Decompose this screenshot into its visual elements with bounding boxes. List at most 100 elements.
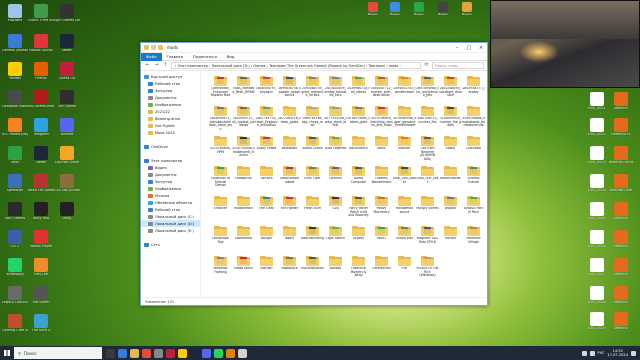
notification-icon[interactable] [631,350,636,356]
desktop-shortcut[interactable]: BeamNG.tc [608,118,634,148]
desktop-shortcut[interactable]: BeamNG [608,258,634,288]
folder-item[interactable]: Attack Drone [301,134,324,164]
start-button[interactable] [0,346,14,360]
folder-item[interactable]: 2439986718_roll_ytteria [347,74,370,104]
folder-item[interactable]: 2802408490_ultralight_dinosaur [439,74,462,104]
folder-item[interactable]: exoskeleton [232,194,255,224]
folder-item[interactable]: 2872363116_cheep_gates [278,104,301,134]
folder-item[interactable]: 1699836758_spooder_spoonsonics [278,74,301,104]
desktop-shortcut[interactable]: BeamNG [608,202,634,232]
desktop-shortcut[interactable]: Epic Games [2,202,28,232]
folder-item[interactable]: Medieval Village [462,224,485,254]
desktop-shortcut[interactable]: Корзина [2,4,28,34]
folder-item[interactable]: Objective Markers & Wrap [347,254,370,284]
folder-item[interactable]: Dreamy Wonderment [370,164,393,194]
folder-item[interactable]: editorcleaner [439,164,462,194]
desktop-shortcut[interactable]: Need For Speed [28,174,54,204]
game-screenshot-window[interactable] [490,0,640,88]
taskbar-app-icon[interactable] [178,348,187,358]
folder-item[interactable]: Dumb Computer [347,164,370,194]
nav-item[interactable]: Mods 2024 [141,129,200,136]
nav-item[interactable]: Рабочий стол [141,80,200,87]
desktop-shortcut[interactable]: RAG_0009 [584,312,610,342]
tab-view[interactable]: Вид [222,53,240,61]
nav-item[interactable]: Быстрый доступ [141,73,200,80]
desktop-shortcut[interactable]: Steam [54,34,80,64]
nav-item[interactable]: Объёмные объекты [141,199,200,206]
folder-item[interactable]: Landscape Tool [209,224,232,254]
wifi-icon[interactable] [581,350,587,356]
folder-item[interactable]: 3016574960_tokens_gate [347,104,370,134]
nav-item[interactable]: Локальный диск (E:) [141,227,200,234]
folder-item[interactable]: 2697494988_the_architecture_jets [416,74,439,104]
folder-item[interactable]: Magnetic SAZ Ride SPV-6 [416,224,439,254]
folder-item[interactable]: Chainsaw [462,134,485,164]
taskbar-app-icon[interactable] [190,348,199,358]
folder-item[interactable]: Ommsvillan [370,254,393,284]
tab-home[interactable]: Главная [162,53,188,61]
desktop-shortcut[interactable]: WhatsApp [2,258,28,288]
folder-item[interactable]: 2594003703_flamethrower [393,74,416,104]
folder-item[interactable]: 3077913108_tonka_stock_blank [324,104,347,134]
clock[interactable]: 14:52 17.07.2024 [607,349,628,357]
folder-item[interactable]: 3081936713_nuclear_fire [416,104,439,134]
nav-item[interactable]: Загрузки [141,178,200,185]
folder-item[interactable]: Heavy Machinery [370,194,393,224]
desktop-shortcut[interactable]: RAG_0004 [584,174,610,204]
up-button[interactable]: ↑ [162,62,169,69]
taskbar-app-icon[interactable] [106,348,115,358]
nav-item[interactable]: Изображения [141,185,200,192]
folder-item[interactable]: 2969785184_bpy_cheep_mod [301,104,324,134]
folder-item[interactable]: Fire Fighter [278,194,301,224]
folder-item[interactable]: 3076985948_super_gasoline_flamethrower [393,104,416,134]
folder-item[interactable]: TBBS_Mandible_Resh_WYMS [232,74,255,104]
tab-share[interactable]: Поделиться [188,53,222,61]
folder-item[interactable]: lasers [278,224,301,254]
folder-item[interactable]: Laserbomb [232,224,255,254]
nav-item[interactable]: Музыка [141,192,200,199]
folder-item[interactable]: Enforcer [209,194,232,224]
desktop-shortcut[interactable]: Xbox [2,146,28,176]
taskbar-search[interactable]: ⚲ Поиск [14,347,102,359]
desktop-shortcut[interactable]: Discord [54,118,80,148]
close-button[interactable]: × [475,43,487,53]
folder-item[interactable]: 3079798909_hatchling_stones_and_frogs [370,104,393,134]
folder-item[interactable]: lounger [255,224,278,254]
nav-item[interactable]: Локальный диск (C:) [141,213,200,220]
folder-item[interactable]: 2414803409_bridge_tolerated_cars [324,74,347,104]
forward-button[interactable]: → [153,62,160,69]
folder-item[interactable]: Collection of Tutorial Demos [209,164,232,194]
folder-item[interactable]: Loyalty [347,224,370,254]
desktop-shortcut[interactable]: MSI Afterburner [28,90,54,120]
desktop-shortcut[interactable]: BeamNG [608,312,634,342]
folder-item[interactable]: Dirty Flyer [301,164,324,194]
folder-item[interactable]: mobopack [278,254,301,284]
desktop-shortcut[interactable]: Telegram [28,118,54,148]
search-input[interactable]: Поиск: mods [432,62,484,69]
language-indicator[interactable]: РУС [598,351,605,355]
folder-icon[interactable] [144,45,149,50]
desktop-shortcut[interactable]: OBS Studio [54,90,80,120]
desktop-shortcut[interactable]: Gaming Cafe Seasonal [2,314,28,344]
properties-icon[interactable] [151,45,156,50]
folder-item[interactable]: Hollowmod sound [393,194,416,224]
folder-item[interactable]: Dual_Gun_Loaf [416,164,439,194]
maximize-button[interactable]: □ [463,43,475,53]
folder-item[interactable]: Norway [324,254,347,284]
folder-item[interactable]: muranomalies [301,254,324,284]
folder-item[interactable]: 2825950727_all_coolest_yieldings [232,104,255,134]
folder-item[interactable]: Angry Snake [255,134,278,164]
video-shortcut[interactable]: Видео [456,2,478,24]
folder-item[interactable]: Jurassic Park III Pack [462,194,485,224]
folder-item[interactable]: 2458007712_nuclear_ever_destruction [370,74,393,104]
desktop-shortcut[interactable]: RAG_0002 [584,118,610,148]
folder-item[interactable]: Film Gear [255,194,278,224]
taskbar-app-icon[interactable] [238,348,247,358]
folder-item[interactable]: 3150709498_smokehomb_tracers [232,134,255,164]
taskbar-app-icon[interactable] [214,348,223,358]
folder-item[interactable]: GVA [324,194,347,224]
folder-item[interactable]: Midas touch [232,254,255,284]
folder-item[interactable]: Hungry Slimes [416,194,439,224]
explorer-window[interactable]: mods – □ × Файл Главная Поделиться Вид ←… [140,42,488,306]
folder-item[interactable]: Call from Neverim (ALRAMIN AVA) [416,134,439,164]
